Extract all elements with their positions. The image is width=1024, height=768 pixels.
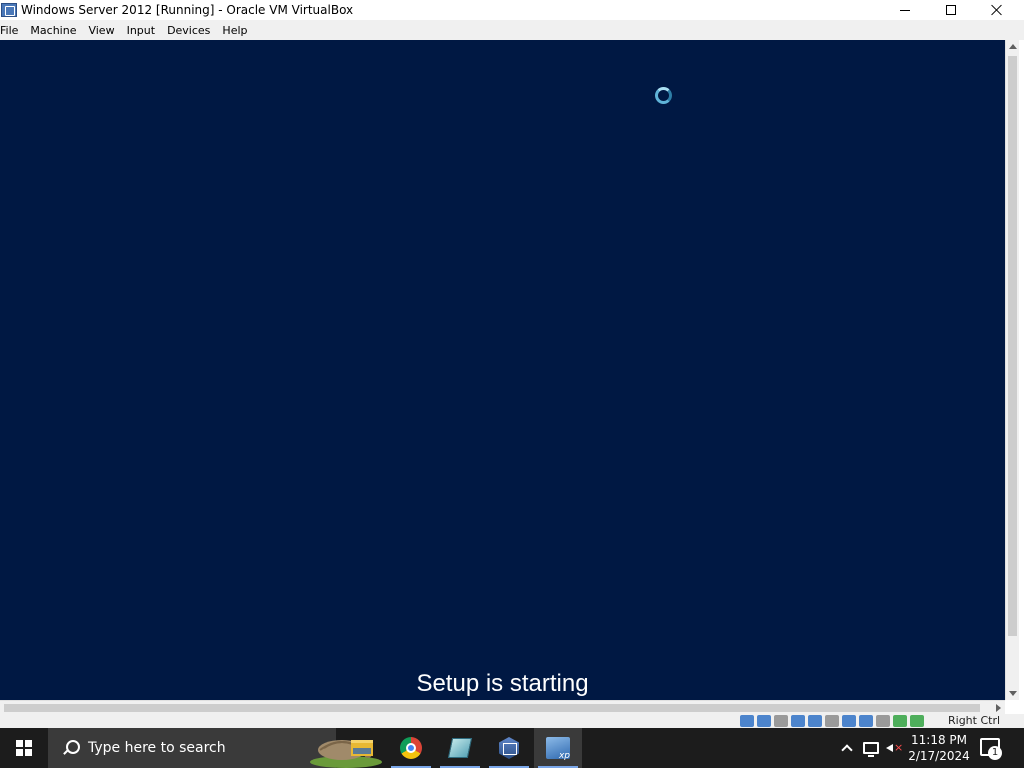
windows-logo-icon [16, 740, 32, 756]
taskbar-file-explorer[interactable] [338, 728, 386, 768]
minimize-icon [900, 9, 910, 11]
device-status-icons [740, 715, 924, 727]
menu-help[interactable]: Help [222, 24, 253, 37]
vm-status-bar: Right Ctrl [0, 714, 1024, 728]
network-status-icon[interactable] [791, 715, 805, 727]
horizontal-scrollbar[interactable] [0, 700, 1005, 714]
close-icon [991, 4, 1003, 16]
horizontal-scroll-thumb[interactable] [4, 704, 980, 712]
vm-display[interactable]: Setup is starting [0, 40, 1005, 700]
shared-folder-icon[interactable] [825, 715, 839, 727]
menu-input[interactable]: Input [127, 24, 161, 37]
audio-icon[interactable] [774, 715, 788, 727]
recording-icon[interactable] [859, 715, 873, 727]
notification-count-badge: 1 [988, 746, 1002, 760]
clock-time: 11:18 PM [911, 733, 967, 747]
virtualbox-icon [499, 737, 519, 759]
close-button[interactable] [974, 0, 1020, 20]
setup-status-text: Setup is starting [416, 670, 589, 697]
show-hidden-icons-button[interactable] [838, 728, 856, 768]
chrome-icon [400, 737, 422, 759]
virtual-machine-icon [546, 737, 570, 761]
minimize-button[interactable] [882, 0, 928, 20]
book-app-icon [447, 738, 473, 758]
search-icon [62, 740, 80, 756]
menu-view[interactable]: View [88, 24, 120, 37]
taskbar-chrome[interactable] [387, 728, 435, 768]
volume-muted-icon [886, 740, 904, 756]
virtualbox-app-icon [1, 3, 17, 17]
network-tray-button[interactable] [860, 728, 882, 768]
vertical-scrollbar[interactable] [1005, 40, 1019, 700]
maximize-button[interactable] [928, 0, 974, 20]
menu-devices[interactable]: Devices [167, 24, 216, 37]
window-title-bar: Windows Server 2012 [Running] - Oracle V… [0, 0, 1024, 20]
mouse-integration-icon[interactable] [893, 715, 907, 727]
file-explorer-icon [351, 740, 373, 756]
search-placeholder: Type here to search [88, 740, 226, 756]
scroll-up-icon[interactable] [1009, 44, 1017, 49]
vertical-scroll-thumb[interactable] [1008, 56, 1017, 636]
scroll-right-icon[interactable] [996, 704, 1001, 712]
loading-spinner-icon [655, 87, 672, 104]
cpu-icon[interactable] [876, 715, 890, 727]
hard-disk-icon[interactable] [740, 715, 754, 727]
menu-file[interactable]: File [0, 24, 24, 37]
keyboard-icon[interactable] [910, 715, 924, 727]
menu-bar: File Machine View Input Devices Help [0, 20, 1024, 40]
clock-date: 2/17/2024 [908, 749, 970, 763]
usb-icon[interactable] [808, 715, 822, 727]
scroll-down-icon[interactable] [1009, 691, 1017, 696]
host-key-label: Right Ctrl [948, 714, 1001, 727]
window-title: Windows Server 2012 [Running] - Oracle V… [21, 3, 354, 17]
taskbar-book-app[interactable] [436, 728, 484, 768]
taskbar-vm-window[interactable] [534, 728, 582, 768]
taskbar-search-box[interactable]: Type here to search [48, 728, 382, 768]
chevron-up-icon [841, 744, 853, 756]
taskbar-clock[interactable]: 11:18 PM 2/17/2024 [906, 728, 972, 768]
start-button[interactable] [0, 728, 48, 768]
display-icon[interactable] [842, 715, 856, 727]
maximize-icon [946, 5, 956, 15]
optical-drive-icon[interactable] [757, 715, 771, 727]
taskbar-virtualbox[interactable] [485, 728, 533, 768]
windows-taskbar: Type here to search 11:18 PM 2 [0, 728, 1024, 768]
menu-machine[interactable]: Machine [30, 24, 82, 37]
network-icon [863, 742, 879, 757]
volume-tray-button[interactable] [884, 728, 906, 768]
